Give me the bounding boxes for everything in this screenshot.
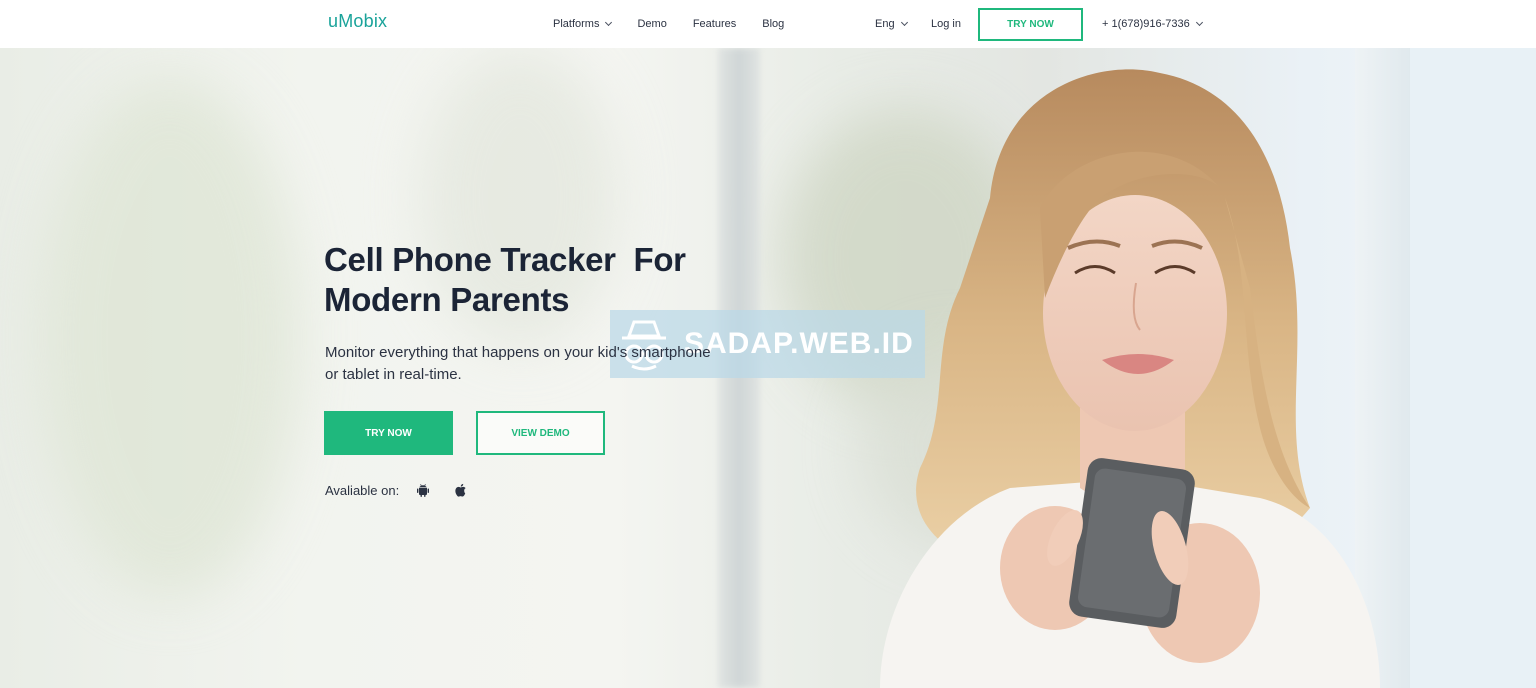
header-try-now-button[interactable]: TRY NOW <box>978 8 1083 41</box>
hero-title: Cell Phone Tracker For Modern Parents <box>324 240 744 320</box>
hero-subtitle: Monitor everything that happens on your … <box>325 342 755 386</box>
available-platforms: Avaliable on: <box>325 478 469 502</box>
nav-item-features[interactable]: Features <box>693 18 736 30</box>
nav-item-blog-label: Blog <box>762 18 785 30</box>
nav-item-platforms-label: Platforms <box>553 18 600 30</box>
background-window <box>1410 48 1536 688</box>
hero-title-line2: Modern Parents <box>324 281 570 318</box>
phone-number: + 1(678)916-7336 <box>1102 18 1190 30</box>
hero-try-now-button[interactable]: TRY NOW <box>324 411 453 455</box>
apple-icon[interactable] <box>453 482 469 498</box>
main-nav: Platforms Demo Features Blog <box>553 0 784 48</box>
nav-item-demo-label: Demo <box>637 18 667 30</box>
hero-subtitle-line1: Monitor everything that happens on your … <box>325 344 711 361</box>
hero-section: SADAP.WEB.ID <box>0 48 1536 688</box>
chevron-down-icon <box>605 18 613 27</box>
language-selector[interactable]: Eng <box>875 0 908 48</box>
top-header: uMobix Platforms Demo Features Blog Eng … <box>0 0 1536 48</box>
chevron-down-icon <box>900 18 908 27</box>
nav-item-features-label: Features <box>692 18 737 30</box>
nav-item-blog[interactable]: Blog <box>762 18 784 30</box>
language-label: Eng <box>875 18 895 30</box>
nav-item-demo[interactable]: Demo <box>637 18 666 30</box>
background-blur <box>40 78 300 598</box>
chevron-down-icon <box>1195 18 1203 27</box>
hero-view-demo-button[interactable]: VIEW DEMO <box>476 411 605 455</box>
hero-title-line1: Cell Phone Tracker For <box>324 241 686 278</box>
available-label: Avaliable on: <box>325 482 400 498</box>
logo[interactable]: uMobix <box>328 11 387 32</box>
hero-subtitle-line2: or tablet in real-time. <box>325 366 462 383</box>
phone-selector[interactable]: + 1(678)916-7336 <box>1102 0 1203 48</box>
nav-item-platforms[interactable]: Platforms <box>553 18 613 30</box>
android-icon[interactable] <box>415 482 431 498</box>
login-link[interactable]: Log in <box>931 0 961 48</box>
